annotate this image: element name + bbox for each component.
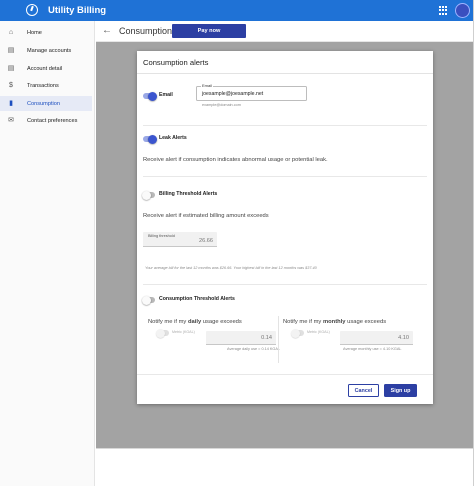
sidebar-item-label: Transactions: [27, 83, 59, 89]
email-field-value: joesample@joesample.net: [202, 91, 264, 97]
page-title: Consumption: [119, 26, 173, 36]
sidebar: ⌂ Home ▤ Manage accounts ▤ Account detai…: [0, 21, 95, 486]
cancel-button[interactable]: Cancel: [348, 384, 379, 397]
billing-threshold-field-label: Billing threshold: [148, 234, 175, 238]
app-title: Utility Billing: [48, 5, 107, 16]
sidebar-item-home[interactable]: ⌂ Home: [0, 26, 92, 40]
back-arrow-icon[interactable]: ←: [102, 25, 112, 36]
divider: [137, 374, 433, 375]
sidebar-item-label: Contact preferences: [27, 118, 78, 124]
billing-threshold-field[interactable]: Billing threshold 26.66: [143, 232, 217, 247]
divider: [137, 73, 433, 74]
leak-alerts-description: Receive alert if consumption indicates a…: [143, 157, 328, 163]
email-helper-text: example@domain.com: [202, 103, 241, 107]
app-bar: Utility Billing: [0, 0, 474, 21]
sidebar-item-label: Manage accounts: [27, 48, 72, 54]
sidebar-item-label: Home: [27, 30, 42, 36]
daily-threshold-field[interactable]: 0.14: [206, 331, 276, 345]
monthly-threshold-hint: Average monthly use = 4.10 KGAL: [343, 347, 402, 351]
pay-now-button[interactable]: Pay now: [172, 24, 246, 38]
divider: [143, 284, 427, 285]
sidebar-item-consumption[interactable]: ▮ Consumption: [0, 96, 92, 111]
sidebar-item-contact-preferences[interactable]: ✉ Contact preferences: [0, 114, 92, 128]
home-icon: ⌂: [8, 29, 14, 36]
email-field-label: Email: [201, 83, 214, 88]
dollar-icon: $: [9, 82, 13, 89]
divider: [278, 316, 279, 363]
folder-icon: ▤: [7, 47, 15, 54]
document-icon: ▤: [7, 65, 15, 72]
apps-grid-icon[interactable]: [439, 6, 448, 15]
monthly-threshold-value: 4.10: [398, 335, 409, 341]
email-toggle[interactable]: [143, 91, 157, 101]
consumption-threshold-label: Consumption Threshold Alerts: [159, 296, 235, 302]
monthly-threshold-description: Notify me if my monthly usage exceeds: [283, 319, 387, 325]
daily-metric-toggle[interactable]: [156, 328, 169, 338]
sidebar-item-transactions[interactable]: $ Transactions: [0, 79, 92, 93]
divider: [143, 125, 427, 126]
daily-threshold-hint: Average daily use = 0.14 KGAL: [227, 347, 281, 351]
daily-threshold-description: Notify me if my daily usage exceeds: [148, 319, 242, 325]
avatar[interactable]: [455, 3, 470, 18]
dialog-title: Consumption alerts: [143, 58, 209, 67]
billing-threshold-value: 26.66: [199, 238, 213, 244]
page-header: ← Consumption Pay now: [96, 21, 474, 42]
billing-threshold-hint: Your average bill for the last 12 months…: [145, 266, 317, 270]
email-toggle-label: Email: [159, 92, 173, 98]
sign-up-button[interactable]: Sign up: [384, 384, 417, 397]
monthly-threshold-field[interactable]: 4.10: [340, 331, 413, 345]
daily-threshold-value: 0.14: [261, 335, 272, 341]
leak-alerts-toggle[interactable]: [143, 134, 157, 144]
leak-alerts-label: Leak Alerts: [159, 135, 187, 141]
billing-threshold-description: Receive alert if estimated billing amoun…: [143, 213, 269, 219]
sidebar-item-label: Account detail: [27, 66, 63, 72]
billing-threshold-toggle[interactable]: [142, 190, 155, 200]
monthly-metric-toggle[interactable]: [291, 328, 304, 338]
sidebar-item-manage-accounts[interactable]: ▤ Manage accounts: [0, 44, 92, 58]
email-field[interactable]: Email joesample@joesample.net: [196, 83, 307, 101]
daily-metric-label: Metric (KGAL): [172, 330, 195, 334]
divider: [143, 176, 427, 177]
consumption-alerts-dialog: Consumption alerts Email Email joesample…: [137, 51, 433, 404]
sidebar-item-label: Consumption: [27, 100, 60, 107]
mail-icon: ✉: [8, 117, 14, 124]
billing-threshold-label: Billing Threshold Alerts: [159, 191, 218, 197]
app-logo-icon: [26, 4, 38, 16]
sidebar-item-account-detail[interactable]: ▤ Account detail: [0, 62, 92, 76]
monthly-metric-label: Metric (KGAL): [307, 330, 330, 334]
consumption-threshold-toggle[interactable]: [142, 295, 155, 305]
bar-chart-icon: ▮: [9, 99, 13, 107]
page-footer-area: [96, 448, 474, 486]
